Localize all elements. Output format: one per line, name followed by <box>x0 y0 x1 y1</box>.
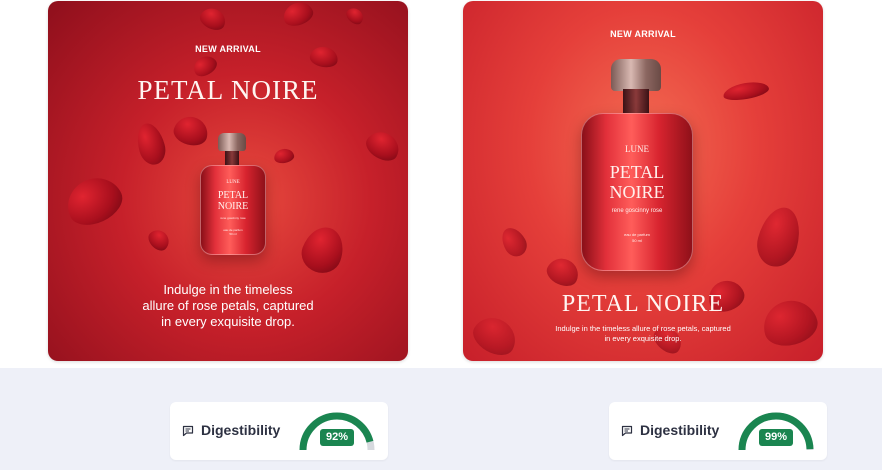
rose-petal <box>144 225 174 255</box>
ad-creative-2[interactable]: NEW ARRIVAL LUNE PETAL NOIRE rene goscin… <box>463 1 823 361</box>
body-line: allure of rose petals, captured <box>142 298 314 313</box>
rose-petal <box>343 4 367 28</box>
rose-petal <box>496 223 532 261</box>
rose-petal <box>133 120 169 168</box>
perfume-bottle: LUNE PETAL NOIRE rene goscinny rose eau … <box>200 133 266 255</box>
metric-label: Digestibility <box>640 422 720 438</box>
message-square-icon <box>182 425 194 437</box>
perfume-bottle: LUNE PETAL NOIRE rene goscinny rose eau … <box>581 59 693 271</box>
ad-body-copy: Indulge in the timeless allure of rose p… <box>48 282 408 330</box>
body-line: Indulge in the timeless <box>163 282 293 297</box>
rose-petal <box>543 253 583 291</box>
new-arrival-tag: NEW ARRIVAL <box>195 44 261 54</box>
bottle-name-line2: NOIRE <box>609 182 665 202</box>
rose-petal <box>280 1 316 30</box>
score-badge: 92% <box>320 429 354 446</box>
ad-body-copy: Indulge in the timeless allure of rose p… <box>463 324 823 344</box>
digestibility-score-card: Digestibility 99% <box>609 402 827 460</box>
ad-creative-1[interactable]: NEW ARRIVAL PETAL NOIRE LUNE PETAL NOIRE… <box>48 1 408 361</box>
rose-petal <box>196 4 230 34</box>
bottle-volume: 50 ml <box>229 232 237 236</box>
ad-headline: PETAL NOIRE <box>137 75 319 105</box>
rose-petal <box>361 126 405 166</box>
rose-petal <box>272 147 296 165</box>
ad-headline: PETAL NOIRE <box>561 291 725 317</box>
bottle-brand: LUNE <box>625 144 649 154</box>
new-arrival-tag: NEW ARRIVAL <box>610 29 676 39</box>
body-line: in every exquisite drop. <box>161 314 295 329</box>
body-line: in every exquisite drop. <box>604 334 682 343</box>
body-line: Indulge in the timeless allure of rose p… <box>555 324 731 333</box>
bottle-brand: LUNE <box>226 180 240 185</box>
digestibility-score-card: Digestibility 92% <box>170 402 388 460</box>
message-square-icon <box>621 425 633 437</box>
rose-petal <box>59 169 129 233</box>
score-badge: 99% <box>759 429 793 446</box>
metric-label: Digestibility <box>201 422 281 438</box>
bottle-name-line1: PETAL <box>217 190 249 201</box>
rose-petal <box>751 202 807 272</box>
rose-petal <box>296 221 350 279</box>
bottle-fine-print: eau de parfum <box>624 232 650 237</box>
bottle-name-line2: NOIRE <box>217 201 249 212</box>
bottle-subtitle: rene goscinny rose <box>611 208 663 214</box>
bottle-subtitle: rene goscinny rose <box>220 216 246 220</box>
rose-petal <box>721 79 771 103</box>
bottle-name-line1: PETAL <box>609 162 665 182</box>
bottle-volume: 50 ml <box>632 238 642 243</box>
